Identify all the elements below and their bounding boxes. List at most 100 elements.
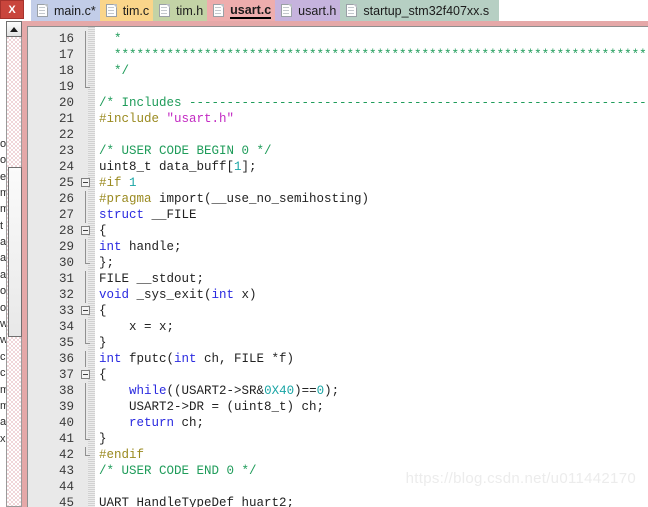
tab-right-slant	[489, 0, 509, 21]
code-line[interactable]: while((USART2->SR&0X40)==0);	[99, 383, 339, 399]
line-number: 36	[58, 352, 74, 366]
tab-label: main.c*	[54, 3, 96, 18]
fold-marker	[80, 95, 94, 111]
fold-guide-line	[85, 415, 86, 431]
fold-collapse-icon[interactable]	[81, 178, 90, 187]
line-number: 45	[58, 496, 74, 507]
fold-collapse-icon[interactable]	[81, 226, 90, 235]
line-number: 27	[58, 208, 74, 222]
fold-marker	[80, 255, 94, 271]
code-line[interactable]: struct __FILE	[99, 207, 197, 223]
code-line[interactable]: {	[99, 367, 107, 383]
code-line[interactable]: ****************************************…	[99, 47, 648, 63]
fold-guide-line	[85, 271, 86, 287]
editor-tab-bar[interactable]: X main.c* tim.c tim.h usart.c usart.h startup…	[0, 0, 648, 21]
project-panel-scrollbar[interactable]	[6, 21, 22, 507]
line-number: 42	[58, 448, 74, 462]
fold-marker[interactable]	[80, 223, 94, 239]
code-line[interactable]: void _sys_exit(int x)	[99, 287, 257, 303]
fold-marker	[80, 63, 94, 79]
project-panel-clipped[interactable]: ooemmtaaaoowwccmmax	[0, 21, 22, 507]
code-line[interactable]: #if 1	[99, 175, 137, 191]
fold-marker[interactable]	[80, 175, 94, 191]
fold-guide-line	[85, 431, 86, 439]
code-token: handle;	[129, 240, 182, 254]
code-line[interactable]: };	[99, 255, 114, 271]
code-text-area[interactable]: * **************************************…	[95, 27, 648, 507]
tabbar-gap	[24, 0, 31, 21]
tab-usart-c[interactable]: usart.c	[197, 0, 291, 21]
code-token: int	[99, 352, 130, 366]
code-line[interactable]: {	[99, 223, 107, 239]
scrollbar-trough[interactable]	[6, 37, 22, 507]
scroll-up-button[interactable]	[6, 21, 22, 37]
code-line[interactable]: FILE __stdout;	[99, 271, 204, 287]
code-token: fputc(	[129, 352, 175, 366]
code-line[interactable]: uint8_t data_buff[1];	[99, 159, 257, 175]
code-line[interactable]: #pragma import(__use_no_semihosting)	[99, 191, 369, 207]
fold-marker[interactable]	[80, 367, 94, 383]
line-number: 34	[58, 320, 74, 334]
code-line[interactable]: /* USER CODE BEGIN 0 */	[99, 143, 272, 159]
code-line[interactable]: }	[99, 431, 107, 447]
code-token: 1	[234, 160, 242, 174]
fold-guide-line	[85, 287, 86, 303]
fold-marker	[80, 463, 94, 479]
code-token: {	[99, 368, 107, 382]
code-line[interactable]: x = x;	[99, 319, 174, 335]
tab-label: tim.c	[122, 3, 150, 18]
code-editor[interactable]: * **************************************…	[27, 26, 648, 507]
file-icon	[37, 4, 48, 17]
tab-main-c-[interactable]: main.c*	[21, 0, 116, 21]
code-line[interactable]: }	[99, 335, 107, 351]
code-line[interactable]: int fputc(int ch, FILE *f)	[99, 351, 294, 367]
file-icon	[213, 4, 225, 17]
code-token: USART2->DR = (uint8_t) ch;	[99, 400, 325, 414]
fold-marker	[80, 447, 94, 463]
code-line[interactable]: #include "usart.h"	[99, 111, 234, 127]
tab-tim-h[interactable]: tim.h	[143, 0, 223, 21]
tab-label: tim.h	[176, 3, 204, 18]
line-number: 18	[58, 64, 74, 78]
fold-marker	[80, 351, 94, 367]
code-token: FILE __stdout;	[99, 272, 205, 286]
code-token: ];	[241, 160, 257, 174]
line-number: 16	[58, 32, 74, 46]
line-number: 43	[58, 464, 74, 478]
tab-startup-stm32f407xx-s[interactable]: startup_stm32f407xx.s	[330, 0, 509, 21]
code-line[interactable]: int handle;	[99, 239, 182, 255]
code-line[interactable]: USART2->DR = (uint8_t) ch;	[99, 399, 324, 415]
tab-usart-h[interactable]: usart.h	[265, 0, 357, 21]
line-number: 19	[58, 80, 74, 94]
tab-list[interactable]: main.c* tim.c tim.h usart.c usart.h startup_s…	[21, 0, 509, 21]
fold-collapse-icon[interactable]	[81, 306, 90, 315]
code-line[interactable]: return ch;	[99, 415, 204, 431]
line-number: 41	[58, 432, 74, 446]
fold-marker	[80, 47, 94, 63]
code-line[interactable]: */	[99, 63, 129, 79]
code-line[interactable]: {	[99, 303, 107, 319]
fold-marker	[80, 159, 94, 175]
tab-tim-c[interactable]: tim.c	[89, 0, 169, 21]
code-token: ch;	[181, 416, 205, 430]
fold-marker	[80, 111, 94, 127]
code-line[interactable]: #endif	[99, 447, 144, 463]
code-token: void	[99, 288, 137, 302]
fold-collapse-icon[interactable]	[81, 370, 90, 379]
line-number: 20	[58, 96, 74, 110]
code-token: #endif	[99, 448, 145, 462]
code-line[interactable]: *	[99, 31, 122, 47]
code-token: return	[129, 416, 182, 430]
line-number: 39	[58, 400, 74, 414]
scrollbar-thumb[interactable]	[8, 167, 22, 337]
code-line[interactable]: /* Includes ----------------------------…	[99, 95, 648, 111]
close-button[interactable]: X	[0, 0, 24, 19]
code-line[interactable]: /* USER CODE END 0 */	[99, 463, 257, 479]
fold-guide-line	[85, 319, 86, 335]
line-number: 33	[58, 304, 74, 318]
fold-marker	[80, 271, 94, 287]
fold-marker[interactable]	[80, 303, 94, 319]
code-token: int	[174, 352, 205, 366]
code-line[interactable]: UART_HandleTypeDef huart2;	[99, 495, 294, 507]
code-token: ((USART2->SR&	[166, 384, 265, 398]
